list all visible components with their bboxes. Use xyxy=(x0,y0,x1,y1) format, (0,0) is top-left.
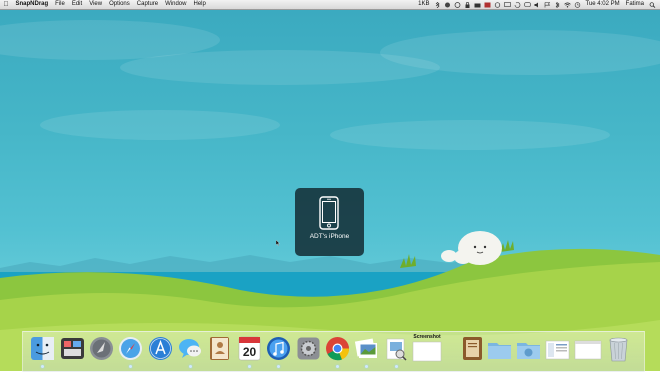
app-menu[interactable]: SnapNDrag xyxy=(12,0,52,9)
launchpad-icon[interactable] xyxy=(89,335,114,362)
gear-icon[interactable] xyxy=(296,335,321,362)
bluetooth-icon[interactable] xyxy=(434,1,441,8)
wallpaper-hills xyxy=(0,231,660,371)
trash-icon[interactable] xyxy=(606,335,631,362)
menu-capture[interactable]: Capture xyxy=(133,0,161,9)
running-indicator xyxy=(365,365,368,368)
screenshot-thumbnail-icon[interactable] xyxy=(545,335,570,362)
bluetooth2-icon[interactable] xyxy=(554,1,561,8)
menu-bar:  SnapNDrag File Edit View Options Captu… xyxy=(0,0,660,10)
itunes-icon[interactable] xyxy=(266,335,291,362)
running-indicator xyxy=(41,365,44,368)
safari-icon[interactable] xyxy=(118,335,143,362)
menu-file[interactable]: File xyxy=(52,0,69,9)
apple-menu-icon[interactable]:  xyxy=(0,0,12,9)
flag-icon[interactable] xyxy=(544,1,551,8)
screenshot-label: Screenshot xyxy=(413,334,441,340)
user-menu[interactable]: Fatima xyxy=(623,0,647,9)
device-popup[interactable]: ADT's iPhone xyxy=(295,188,364,256)
lock-icon[interactable] xyxy=(464,1,471,8)
chat-icon[interactable] xyxy=(524,1,531,8)
menu-view[interactable]: View xyxy=(86,0,106,9)
app-badge-icon[interactable] xyxy=(484,2,491,8)
running-indicator xyxy=(189,365,192,368)
preview-icon[interactable] xyxy=(384,335,409,362)
timer-icon[interactable] xyxy=(494,1,501,8)
chrome-icon[interactable] xyxy=(325,335,350,362)
menu-options[interactable]: Options xyxy=(106,0,134,9)
calendar-icon[interactable]: 20 xyxy=(237,335,262,362)
running-indicator xyxy=(129,365,132,368)
sync-icon[interactable] xyxy=(444,2,451,8)
contacts-icon[interactable] xyxy=(207,335,232,362)
folder-icon[interactable] xyxy=(487,335,512,362)
mouse-cursor-icon xyxy=(276,240,280,246)
menu-help[interactable]: Help xyxy=(190,0,209,9)
wifi-icon[interactable] xyxy=(564,2,571,8)
history-icon[interactable] xyxy=(514,1,521,8)
iphone-icon xyxy=(319,196,339,230)
camera-icon[interactable] xyxy=(474,2,481,8)
time-machine-icon[interactable] xyxy=(574,1,581,8)
menu-window[interactable]: Window xyxy=(162,0,190,9)
book-icon[interactable] xyxy=(460,335,485,362)
finder-icon[interactable] xyxy=(30,335,55,362)
running-indicator xyxy=(395,365,398,368)
volume-icon[interactable] xyxy=(534,2,541,8)
iphoto-icon[interactable] xyxy=(354,335,379,362)
menu-edit[interactable]: Edit xyxy=(68,0,85,9)
running-indicator xyxy=(277,365,280,368)
desktop xyxy=(0,0,660,371)
status-area: 1KB Tue 4:02 PM Fatima xyxy=(415,0,660,9)
spotlight-icon[interactable] xyxy=(649,1,656,8)
calendar-day: 20 xyxy=(243,345,257,359)
running-indicator xyxy=(248,365,251,368)
clock[interactable]: Tue 4:02 PM xyxy=(583,0,623,9)
messages-icon[interactable] xyxy=(178,335,203,362)
running-indicator xyxy=(336,365,339,368)
downloads-folder-icon[interactable] xyxy=(516,335,541,362)
cloud-icon[interactable] xyxy=(454,1,461,8)
display-icon[interactable] xyxy=(504,1,511,8)
network-status[interactable]: 1KB xyxy=(415,0,432,9)
mission-control-icon[interactable] xyxy=(60,335,85,362)
window-thumbnail-icon[interactable] xyxy=(574,335,602,362)
app-store-icon[interactable] xyxy=(148,335,173,362)
device-name: ADT's iPhone xyxy=(309,233,350,240)
